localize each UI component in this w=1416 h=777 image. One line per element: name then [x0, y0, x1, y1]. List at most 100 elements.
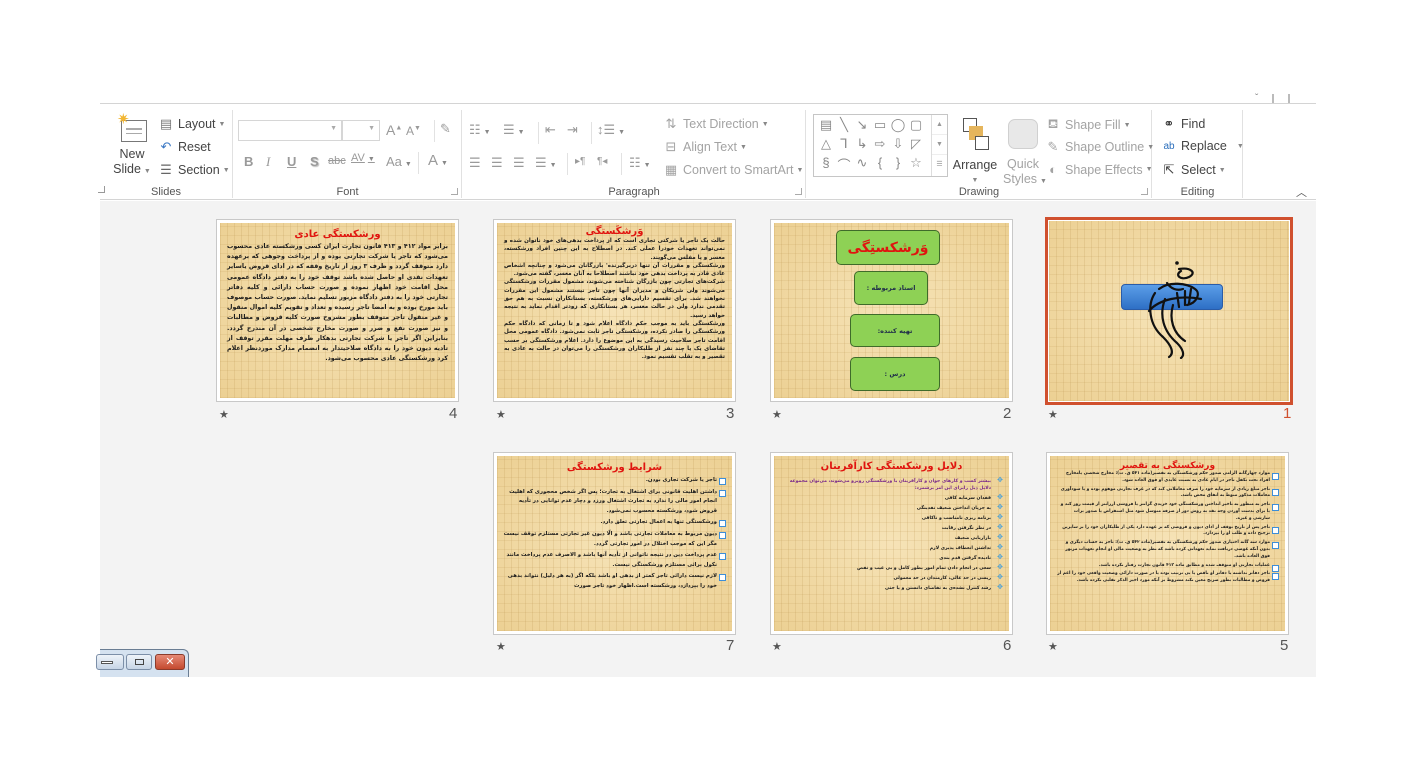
- justify-button[interactable]: ☰ ▼: [535, 155, 557, 171]
- reset-button[interactable]: ↶ Reset: [158, 139, 211, 155]
- strikethrough-button[interactable]: abc: [328, 155, 346, 167]
- section-button[interactable]: ☰ Section ▼: [158, 162, 229, 178]
- gallery-more-icon[interactable]: ☰: [932, 155, 947, 175]
- find-label: Find: [1181, 117, 1206, 131]
- shape-effects-icon: ◐: [1049, 162, 1057, 177]
- shape-outline-button[interactable]: ✎ Shape Outline ▼: [1045, 139, 1155, 155]
- transition-star-icon[interactable]: ★: [1048, 640, 1058, 653]
- decrease-indent-button[interactable]: ⇤: [545, 122, 556, 138]
- shape-option[interactable]: ▤: [817, 117, 835, 136]
- slide-thumbnail-2[interactable]: وَرشکستِگی استاد مربوطه : تهیه کننده: در…: [770, 219, 1013, 402]
- slide-canvas: وَرشکستِگی استاد مربوطه : تهیه کننده: در…: [774, 223, 1009, 398]
- underline-button[interactable]: U: [287, 154, 296, 169]
- shape-option[interactable]: }: [889, 155, 907, 174]
- font-name-combo[interactable]: ▼: [238, 120, 342, 141]
- transition-star-icon[interactable]: ★: [219, 408, 229, 421]
- shape-option[interactable]: ◯: [889, 117, 907, 136]
- shape-option[interactable]: △: [817, 136, 835, 155]
- shrink-font-button[interactable]: A▼: [406, 124, 421, 138]
- align-left-button[interactable]: ☰: [469, 155, 481, 171]
- shape-option[interactable]: ⇨: [871, 136, 889, 155]
- layout-icon: ▤: [159, 116, 173, 131]
- select-button[interactable]: ⇱ Select ▼: [1161, 162, 1226, 178]
- bullet-item: سعی در انجام دادن تمام امور بطور کامل و …: [780, 564, 1003, 572]
- shape-option[interactable]: ◸: [907, 136, 925, 155]
- slide-canvas: شرایط ورشکستگی تاجر یا شرکت تجاری بودن. د…: [497, 456, 732, 631]
- arrange-button[interactable]: Arrange ▼: [951, 116, 999, 188]
- shape-option[interactable]: §: [817, 155, 835, 174]
- increase-indent-button[interactable]: ⇥: [567, 122, 578, 138]
- separator: [567, 153, 568, 175]
- shape-fill-button[interactable]: ⛾ Shape Fill ▼: [1045, 116, 1131, 134]
- align-right-button[interactable]: ☰: [513, 155, 525, 171]
- transition-star-icon[interactable]: ★: [1048, 408, 1058, 421]
- shape-effects-button[interactable]: ◐ Shape Effects ▼: [1045, 162, 1152, 177]
- shape-option[interactable]: {: [871, 155, 889, 174]
- align-text-button[interactable]: ⊟ Align Text ▼: [663, 139, 747, 155]
- reset-icon: ↶: [160, 139, 172, 154]
- italic-button[interactable]: I: [266, 154, 270, 170]
- align-center-button[interactable]: ☰: [491, 155, 503, 171]
- shape-option[interactable]: ⇩: [889, 136, 907, 155]
- slide-title-box: وَرشکستِگی: [836, 230, 940, 265]
- gallery-up-icon[interactable]: ▲: [932, 115, 947, 135]
- transition-star-icon[interactable]: ★: [772, 640, 782, 653]
- convert-smartart-button[interactable]: ▦ Convert to SmartArt ▼: [663, 162, 804, 178]
- shape-option[interactable]: ╲: [835, 117, 853, 136]
- shape-option[interactable]: ▢: [907, 117, 925, 136]
- font-size-combo[interactable]: ▼: [342, 120, 380, 141]
- columns-button[interactable]: ☷ ▼: [629, 155, 651, 171]
- bullet-item: بازاریابی ضعیف: [780, 534, 1003, 542]
- rtl-button[interactable]: ¶◂: [597, 156, 607, 167]
- ribbon-home-tab: ✷ New Slide ▼ ▤ Layout ▼ ↶ Reset ☰ Section…: [98, 103, 1316, 200]
- gallery-scroller[interactable]: ▲ ▼ ☰: [931, 115, 947, 176]
- chevron-down-icon: ▼: [330, 125, 337, 132]
- align-text-label: Align Text: [683, 140, 737, 154]
- bullets-button[interactable]: ☷ ▼: [469, 122, 491, 138]
- shape-option[interactable]: ↘: [853, 117, 871, 136]
- maximize-button[interactable]: [126, 654, 152, 670]
- bullet-item: فقدان سرمایه کافی: [780, 494, 1003, 502]
- gallery-down-icon[interactable]: ▼: [932, 135, 947, 155]
- shape-option[interactable]: ∿: [853, 155, 871, 174]
- shape-option[interactable]: ⌒: [835, 155, 853, 174]
- transition-star-icon[interactable]: ★: [496, 408, 506, 421]
- change-case-button[interactable]: Aa ▼: [386, 154, 412, 169]
- slide-thumbnail-6[interactable]: دلایل ورشکستگی کارآفرینان بیشتر کسب و کا…: [770, 452, 1013, 635]
- line-spacing-button[interactable]: ↕☰ ▼: [597, 122, 625, 138]
- ltr-button[interactable]: ▸¶: [575, 156, 585, 167]
- bold-button[interactable]: B: [244, 154, 253, 169]
- transition-star-icon[interactable]: ★: [772, 408, 782, 421]
- find-button[interactable]: ⚭ Find: [1161, 116, 1206, 132]
- prepared-by-box: تهیه کننده:: [850, 314, 940, 347]
- paragraph: ورشکستگی باید به موجب حکم دادگاه اعلام ش…: [504, 320, 725, 361]
- shape-option[interactable]: ☆: [907, 155, 925, 174]
- font-color-button[interactable]: A ▼: [428, 152, 448, 169]
- slide-number: 1: [1283, 405, 1292, 422]
- new-slide-label-1: New: [119, 147, 145, 161]
- slide-thumbnail-1[interactable]: [1045, 217, 1293, 405]
- shape-option[interactable]: ↳: [853, 136, 871, 155]
- quick-styles-button[interactable]: Quick Styles ▼: [1003, 116, 1047, 189]
- character-spacing-button[interactable]: AV ▼: [351, 152, 375, 164]
- clear-formatting-button[interactable]: ✎: [440, 121, 451, 137]
- shapes-gallery[interactable]: ▤ ╲ ↘ ▭ ◯ ▢ △ ⅂ ↳ ⇨ ⇩ ◸ § ⌒ ∿{} ☆ ▲ ▼ ☰: [813, 114, 948, 177]
- replace-button[interactable]: ab Replace ▼: [1161, 139, 1243, 153]
- minimize-button[interactable]: [96, 654, 124, 670]
- slide-thumbnail-4[interactable]: ورشکستگی عادی برابر مواد ۴۱۲ و ۴۱۳ قانون…: [216, 219, 459, 402]
- layout-button[interactable]: ▤ Layout ▼: [158, 116, 226, 132]
- new-slide-button[interactable]: ✷ New Slide ▼: [112, 112, 152, 179]
- text-shadow-button[interactable]: S: [310, 154, 319, 169]
- grow-font-button[interactable]: A▲: [386, 122, 402, 138]
- shape-option[interactable]: ⅂: [835, 136, 853, 155]
- collapse-ribbon-icon[interactable]: ︿: [1296, 184, 1307, 200]
- slide-thumbnail-7[interactable]: شرایط ورشکستگی تاجر یا شرکت تجاری بودن. د…: [493, 452, 736, 635]
- close-button[interactable]: ✕: [155, 654, 185, 670]
- slide-thumbnail-3[interactable]: وَرشکَستگی حالت یک تاجر یا شرکتی تجاری ا…: [493, 219, 736, 402]
- text-direction-button[interactable]: ⇅ Text Direction ▼: [663, 116, 769, 132]
- numbering-button[interactable]: ☰ ▼: [503, 122, 525, 138]
- transition-star-icon[interactable]: ★: [496, 640, 506, 653]
- shape-option[interactable]: ▭: [871, 117, 889, 136]
- slide-thumbnail-5[interactable]: ورشکستگی به تقصیر موارد چهارگانه الزامی …: [1046, 452, 1289, 635]
- slide-title: شرایط ورشکستگی: [566, 462, 663, 473]
